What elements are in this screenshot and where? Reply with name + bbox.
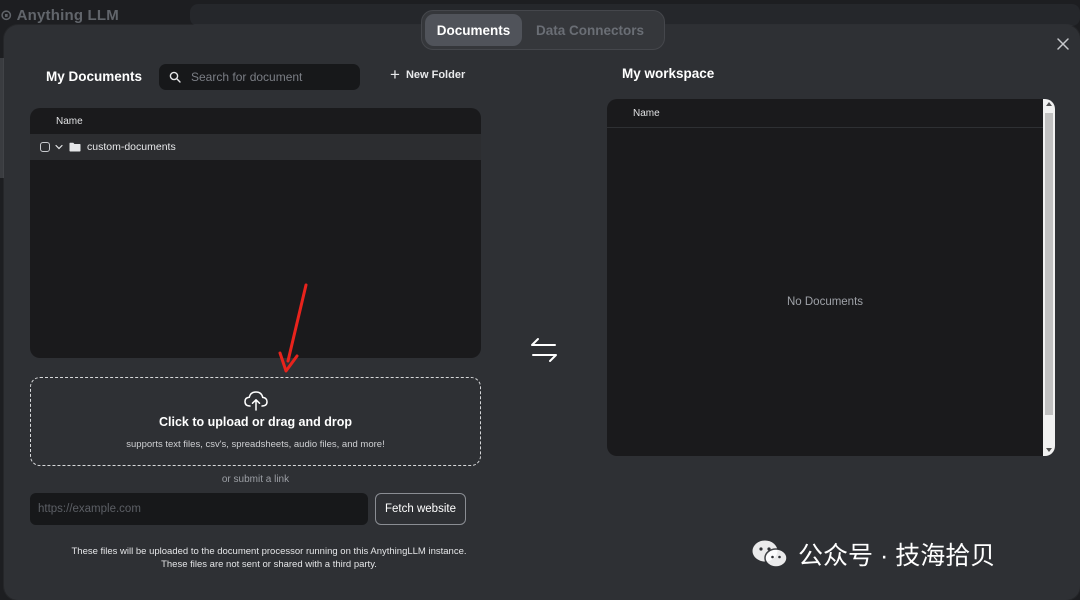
close-icon: [1057, 38, 1069, 50]
disclaimer-line-2: These files are not sent or shared with …: [161, 559, 377, 570]
workspace-title: My workspace: [622, 66, 715, 81]
workspace-header-name: Name: [607, 99, 1043, 128]
chevron-down-icon[interactable]: [54, 142, 64, 152]
folder-icon: [69, 142, 81, 152]
submit-link-label: or submit a link: [221, 474, 290, 485]
my-documents-title: My Documents: [46, 69, 143, 84]
upload-disclaimer: These files will be uploaded to the docu…: [30, 545, 508, 571]
search-icon: [169, 71, 181, 83]
upload-dropzone[interactable]: Click to upload or drag and drop support…: [30, 377, 481, 466]
workspace-empty-state: No Documents: [786, 296, 864, 308]
document-search[interactable]: [159, 64, 360, 90]
scroll-thumb[interactable]: [1045, 113, 1053, 415]
modal-tabs: Documents Data Connectors: [421, 10, 665, 50]
tab-data-connectors[interactable]: Data Connectors: [522, 14, 658, 46]
tab-documents[interactable]: Documents: [425, 14, 522, 46]
upload-title: Click to upload or drag and drop: [158, 415, 353, 429]
scroll-up-arrow[interactable]: [1046, 102, 1052, 106]
upload-subtitle: supports text files, csv's, spreadsheets…: [126, 439, 385, 450]
wechat-icon: [752, 540, 788, 568]
my-documents-list: Name custom-documents: [30, 108, 481, 358]
plus-icon: +: [390, 65, 400, 84]
list-header-name: Name: [56, 115, 83, 127]
workspace-scrollbar[interactable]: [1043, 99, 1055, 456]
workspace-documents-panel: Name No Documents: [607, 99, 1055, 456]
cloud-upload-icon: [243, 391, 268, 411]
red-annotation-arrow: [278, 283, 308, 373]
search-input[interactable]: [189, 69, 349, 85]
folder-name: custom-documents: [87, 141, 176, 153]
fetch-website-button[interactable]: Fetch website: [375, 493, 466, 525]
new-folder-button[interactable]: + New Folder: [390, 65, 466, 84]
close-button[interactable]: [1054, 35, 1072, 53]
scroll-down-arrow[interactable]: [1046, 448, 1052, 452]
folder-row[interactable]: custom-documents: [30, 134, 481, 160]
new-folder-label: New Folder: [405, 69, 466, 81]
watermark: 公众号 · 技海拾贝: [750, 536, 995, 572]
url-input[interactable]: [30, 493, 368, 525]
watermark-text: 公众号 · 技海拾贝: [798, 542, 996, 570]
row-checkbox[interactable]: [40, 142, 50, 152]
app-logo: ⊙ Anything LLM: [0, 7, 119, 24]
swap-arrows-icon[interactable]: [529, 336, 559, 364]
disclaimer-line-1: These files will be uploaded to the docu…: [71, 546, 467, 557]
document-manager-modal: My Documents + New Folder Name custom-do…: [4, 25, 1080, 600]
